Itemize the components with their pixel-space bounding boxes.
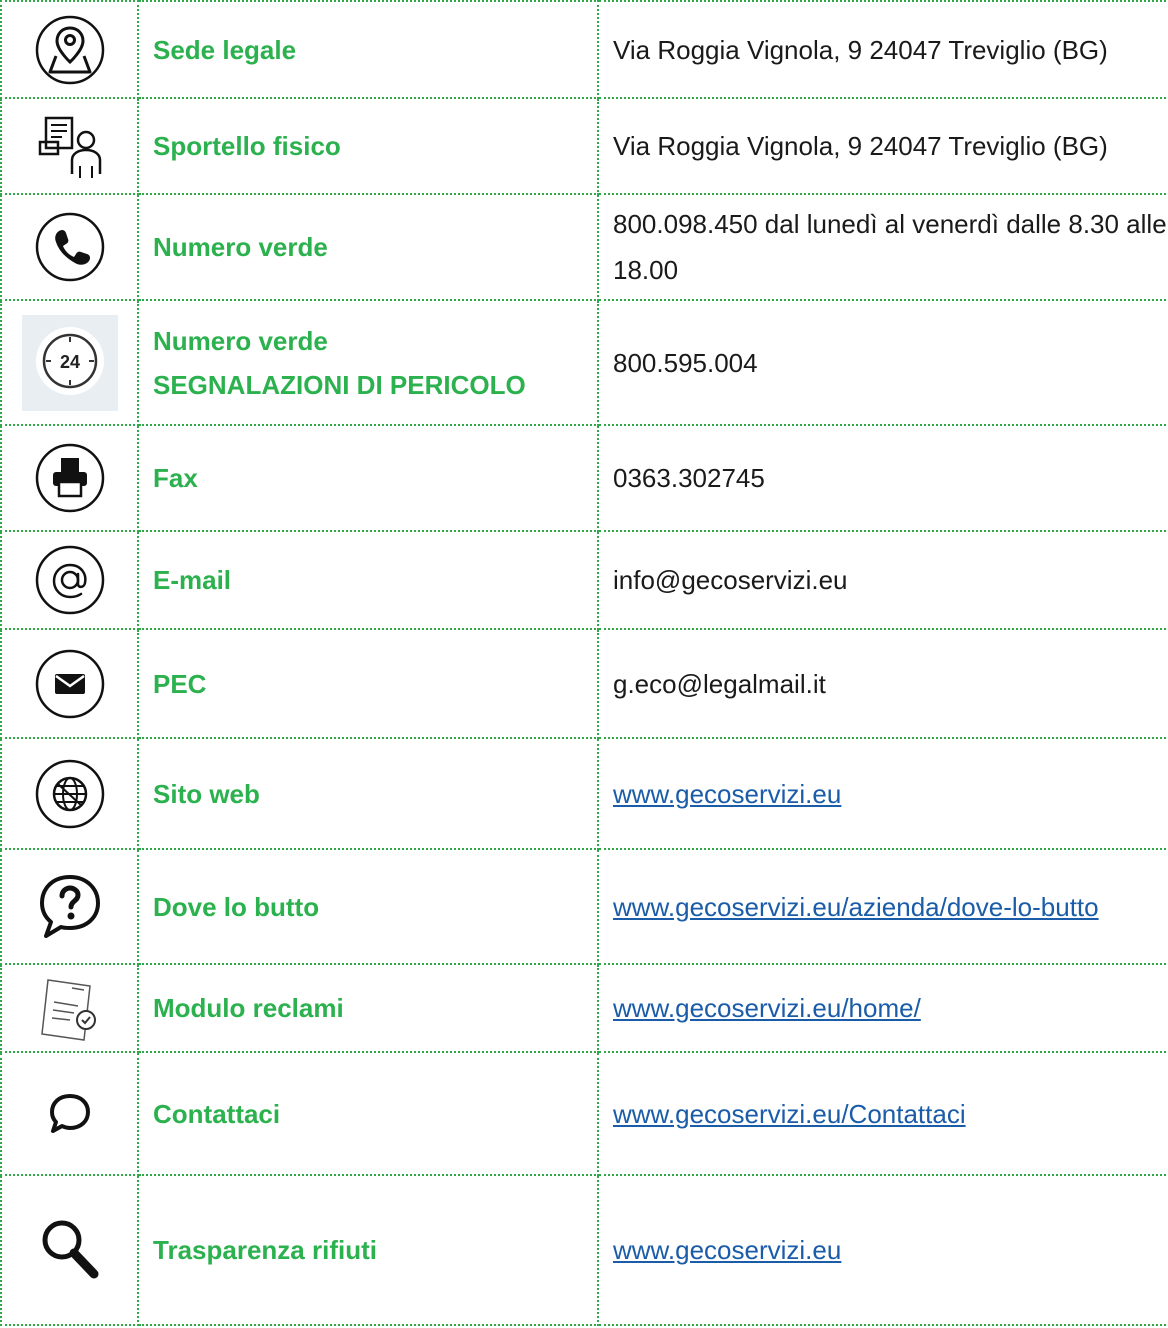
icon-cell: [0, 737, 139, 850]
row-value: Via Roggia Vignola, 9 24047 Treviglio (B…: [597, 0, 1168, 99]
table-row: PEC g.eco@legalmail.it: [0, 628, 1168, 739]
icon-cell: [0, 193, 139, 301]
icon-cell: [0, 1174, 139, 1326]
row-label: Modulo reclami: [137, 963, 599, 1053]
row-value: info@gecoservizi.eu: [597, 530, 1168, 630]
table-row: Trasparenza rifiuti www.gecoservizi.eu: [0, 1174, 1168, 1326]
row-label: Sede legale: [137, 0, 599, 99]
row-label: Contattaci: [137, 1051, 599, 1176]
row-label: PEC: [137, 628, 599, 739]
table-row: Dove lo butto www.gecoservizi.eu/azienda…: [0, 848, 1168, 965]
table-row: Fax 0363.302745: [0, 424, 1168, 532]
service-desk-icon: [34, 110, 106, 182]
row-value: 0363.302745: [597, 424, 1168, 532]
website-link[interactable]: www.gecoservizi.eu: [613, 779, 841, 809]
row-value: www.gecoservizi.eu/Contattaci: [597, 1051, 1168, 1176]
magnifier-icon: [34, 1214, 106, 1286]
row-label: Dove lo butto: [137, 848, 599, 965]
table-row: Sede legale Via Roggia Vignola, 9 24047 …: [0, 0, 1168, 99]
clock-24-icon: 24: [21, 314, 118, 411]
phone-icon: [34, 211, 106, 283]
icon-cell: [0, 963, 139, 1053]
table-row: E-mail info@gecoservizi.eu: [0, 530, 1168, 630]
row-value: Via Roggia Vignola, 9 24047 Treviglio (B…: [597, 97, 1168, 195]
icon-cell: [0, 848, 139, 965]
contact-table: Sede legale Via Roggia Vignola, 9 24047 …: [0, 0, 1168, 1326]
table-row: Sito web www.gecoservizi.eu: [0, 737, 1168, 850]
table-row: Modulo reclami www.gecoservizi.eu/home/: [0, 963, 1168, 1053]
row-value: www.gecoservizi.eu: [597, 1174, 1168, 1326]
fax-printer-icon: [34, 442, 106, 514]
envelope-icon: [34, 648, 106, 720]
icon-cell: [0, 424, 139, 532]
row-label: Numero verde: [137, 193, 599, 301]
dove-lo-butto-link[interactable]: www.gecoservizi.eu/azienda/dove-lo-butto: [613, 892, 1099, 922]
icon-cell: 24: [0, 299, 139, 426]
at-sign-icon: [34, 544, 106, 616]
row-label-line1: Numero verde: [153, 325, 328, 356]
modulo-reclami-link[interactable]: www.gecoservizi.eu/home/: [613, 993, 921, 1023]
icon-cell: [0, 97, 139, 195]
table-row: 24 Numero verde SEGNALAZIONI DI PERICOLO…: [0, 299, 1168, 426]
globe-icon: [34, 758, 106, 830]
table-row: Contattaci www.gecoservizi.eu/Contattaci: [0, 1051, 1168, 1176]
icon-cell: [0, 530, 139, 630]
row-value: 800.595.004: [597, 299, 1168, 426]
icon-cell: [0, 1051, 139, 1176]
chat-bubble-icon: [34, 1078, 106, 1150]
row-label: Fax: [137, 424, 599, 532]
svg-text:24: 24: [59, 352, 79, 372]
row-label: Sportello fisico: [137, 97, 599, 195]
question-bubble-icon: [34, 871, 106, 943]
row-label: Sito web: [137, 737, 599, 850]
row-value: g.eco@legalmail.it: [597, 628, 1168, 739]
row-label: Trasparenza rifiuti: [137, 1174, 599, 1326]
table-row: Numero verde 800.098.450 dal lunedì al v…: [0, 193, 1168, 301]
icon-cell: [0, 0, 139, 99]
table-row: Sportello fisico Via Roggia Vignola, 9 2…: [0, 97, 1168, 195]
row-value: www.gecoservizi.eu/home/: [597, 963, 1168, 1053]
row-value: www.gecoservizi.eu: [597, 737, 1168, 850]
trasparenza-rifiuti-link[interactable]: www.gecoservizi.eu: [613, 1235, 841, 1265]
row-label: E-mail: [137, 530, 599, 630]
row-label-line2: SEGNALAZIONI DI PERICOLO: [153, 369, 526, 400]
document-check-icon: [34, 972, 106, 1044]
location-pin-icon: [34, 14, 106, 86]
row-label: Numero verde SEGNALAZIONI DI PERICOLO: [137, 299, 599, 426]
contattaci-link[interactable]: www.gecoservizi.eu/Contattaci: [613, 1099, 966, 1129]
row-value: www.gecoservizi.eu/azienda/dove-lo-butto: [597, 848, 1168, 965]
row-value: 800.098.450 dal lunedì al venerdì dalle …: [597, 193, 1168, 301]
icon-cell: [0, 628, 139, 739]
